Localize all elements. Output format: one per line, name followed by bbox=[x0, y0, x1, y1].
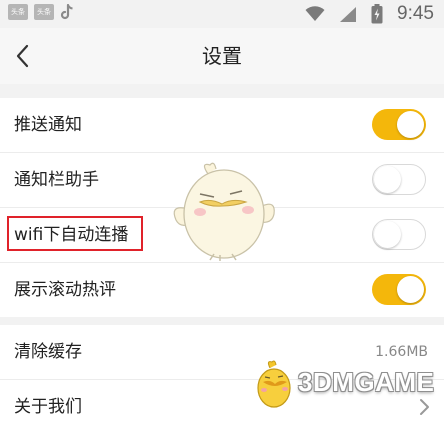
status-bar-right: 9:45 bbox=[305, 3, 434, 25]
chevron-left-icon bbox=[16, 44, 29, 68]
watermark-text: 3DMGAME bbox=[298, 367, 435, 397]
setting-label: wifi下自动连播 bbox=[14, 225, 129, 245]
back-button[interactable] bbox=[10, 40, 40, 72]
toutiao-app-icon: 头条 bbox=[8, 4, 28, 20]
header: 设置 bbox=[0, 28, 444, 84]
wifi-autoplay-toggle[interactable] bbox=[372, 219, 426, 250]
toggle-knob bbox=[374, 166, 401, 193]
toggle-knob bbox=[397, 276, 424, 303]
page-title: 设置 bbox=[202, 44, 242, 68]
chick-mascot-watermark bbox=[173, 162, 275, 261]
setting-row-push-notification[interactable]: 推送通知 bbox=[0, 98, 444, 153]
chick-logo-icon bbox=[257, 360, 291, 408]
signal-icon bbox=[340, 6, 357, 22]
toutiao-app-icon-2: 头条 bbox=[34, 4, 54, 20]
setting-label: 通知栏助手 bbox=[14, 170, 99, 190]
wifi-icon bbox=[305, 6, 325, 21]
setting-label: 推送通知 bbox=[14, 115, 82, 135]
status-bar-left: 头条 头条 bbox=[8, 4, 74, 20]
status-bar: 头条 头条 9:45 bbox=[0, 0, 444, 28]
notification-bar-assistant-toggle[interactable] bbox=[372, 164, 426, 195]
setting-label: 清除缓存 bbox=[14, 342, 82, 362]
setting-label: 关于我们 bbox=[14, 397, 82, 417]
toggle-knob bbox=[397, 111, 424, 138]
clock-time: 9:45 bbox=[397, 3, 434, 24]
setting-label: 展示滚动热评 bbox=[14, 280, 116, 300]
toggle-knob bbox=[374, 221, 401, 248]
tiktok-icon bbox=[60, 4, 73, 20]
setting-row-scrolling-hot-comments[interactable]: 展示滚动热评 bbox=[0, 263, 444, 317]
scrolling-hot-comments-toggle[interactable] bbox=[372, 274, 426, 305]
watermark-3dmgame: 3DMGAME bbox=[250, 358, 444, 411]
battery-charging-icon bbox=[371, 4, 383, 24]
push-notification-toggle[interactable] bbox=[372, 109, 426, 140]
